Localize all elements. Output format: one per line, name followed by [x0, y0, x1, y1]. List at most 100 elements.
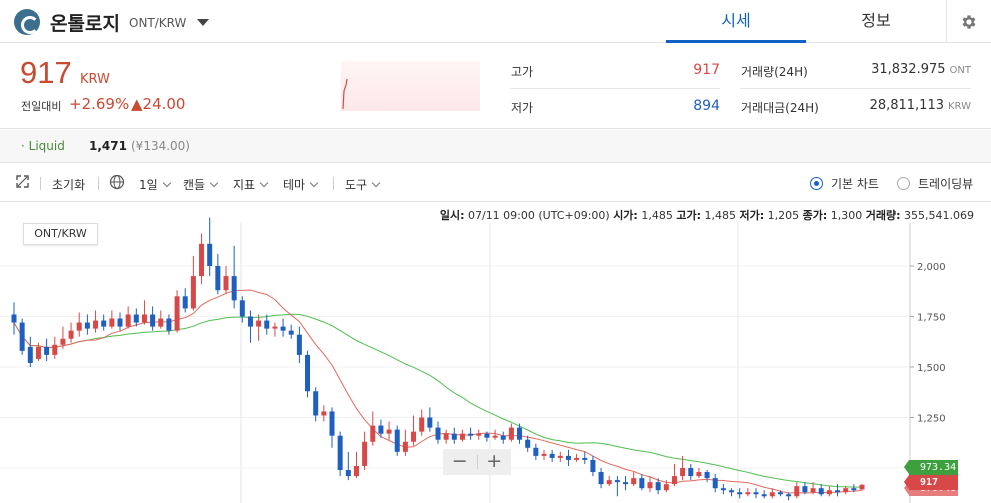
indicator-dropdown[interactable]: 지표 [233, 176, 269, 193]
info-open-value: 1,485 [641, 209, 673, 222]
gear-icon [962, 14, 976, 29]
amount-label: 거래대금(24H) [741, 101, 819, 115]
fullscreen-button[interactable] [16, 175, 29, 188]
candle-body [826, 490, 832, 495]
candle-body [247, 316, 253, 327]
candle-body [533, 447, 539, 456]
zoom-controls: − + [443, 449, 511, 475]
candle-body [802, 486, 808, 493]
candle-body [786, 494, 792, 497]
exchange-name[interactable]: · Liquid [21, 139, 65, 153]
chevron-down-icon [162, 178, 171, 188]
coin-name[interactable]: 온톨로지 [50, 9, 120, 36]
radio-selected-icon [810, 177, 823, 190]
zoom-out-button[interactable]: − [443, 449, 477, 475]
candle-body [419, 417, 425, 432]
candle-body [671, 476, 677, 485]
globe-button[interactable] [109, 174, 125, 190]
reset-button[interactable]: 초기화 [52, 176, 85, 193]
globe-icon [109, 174, 125, 190]
ticker-panel: 917 KRW 전일대비 +2.69% ▲24.00 고가 917 저가 894… [0, 43, 991, 129]
settings-button[interactable] [946, 0, 991, 43]
info-close-value: 1,300 [830, 209, 863, 222]
candle-body [125, 314, 131, 327]
candle-body [435, 427, 441, 440]
chevron-down-icon [209, 178, 219, 188]
chevron-down-icon [309, 178, 319, 188]
ma-short-line [13, 289, 863, 494]
high-value: 917 [693, 62, 720, 78]
candle-body [459, 433, 465, 440]
candle-body [166, 318, 172, 331]
candle-body [777, 492, 783, 495]
divider [740, 88, 971, 89]
info-low-label: 저가: [739, 209, 765, 222]
candle-body [606, 480, 612, 485]
candle-body [109, 318, 115, 327]
amount-value: 28,811,113 [869, 98, 944, 113]
candle-body [565, 455, 571, 460]
candle-body [402, 441, 408, 452]
tab-market[interactable]: 시세 [666, 0, 806, 43]
candle-body [394, 429, 400, 452]
candle-body [818, 488, 824, 495]
ma-long-line [13, 313, 862, 488]
candle-body [468, 433, 474, 436]
candle-body [223, 276, 229, 291]
change-label: 전일대비 [21, 100, 62, 113]
candle-body [158, 318, 164, 327]
interval-dropdown[interactable]: 1일 [139, 176, 171, 193]
divider [98, 177, 99, 190]
indicator-label: 지표 [233, 178, 256, 192]
tab-info[interactable]: 정보 [806, 0, 946, 43]
mini-chart-line [342, 78, 348, 110]
candle-body [688, 468, 694, 477]
low-value: 894 [693, 98, 720, 114]
candle-body [345, 470, 351, 477]
candle-body [835, 490, 841, 493]
candle-body [353, 465, 359, 477]
tradingview-radio[interactable]: 트레이딩뷰 [897, 175, 973, 192]
candle-body [215, 266, 221, 291]
candle-body [239, 300, 245, 317]
candle-body [76, 322, 82, 331]
candle-body [859, 484, 865, 490]
candle-body [207, 243, 213, 266]
coin-dropdown-icon[interactable] [197, 19, 209, 26]
candle-label: 캔들 [183, 178, 206, 192]
candle-body [133, 314, 139, 323]
tools-label: 도구 [345, 178, 368, 192]
radio-unselected-icon [897, 177, 910, 190]
candle-body [680, 468, 686, 477]
y-tick-label: 2,000 [917, 262, 946, 273]
chart-pair-label: ONT/KRW [23, 223, 98, 245]
theme-dropdown[interactable]: 테마 [283, 176, 319, 193]
zoom-in-button[interactable]: + [477, 449, 511, 475]
candle-body [280, 326, 286, 331]
tools-dropdown[interactable]: 도구 [345, 176, 381, 193]
candle-body [810, 488, 816, 493]
info-low-value: 1,205 [767, 209, 800, 222]
candle-body [655, 482, 661, 491]
coin-pair[interactable]: ONT/KRW [129, 16, 186, 30]
info-date-label: 일시: [439, 209, 465, 222]
candle-body [574, 457, 580, 460]
amount-unit: KRW [948, 101, 971, 112]
candle-body [101, 320, 107, 327]
candle-body [663, 484, 669, 491]
chart-toolbar: 초기화 1일 캔들 지표 테마 도구 기본 차트 트레이딩뷰 [0, 164, 991, 202]
candle-body [378, 425, 384, 434]
candle-dropdown[interactable]: 캔들 [183, 176, 219, 193]
candle-body [590, 459, 596, 473]
basic-chart-radio[interactable]: 기본 차트 [810, 175, 879, 192]
exchange-price: 1,471 [89, 139, 127, 153]
candle-body [631, 478, 637, 485]
candle-body [737, 492, 743, 495]
candle-body [84, 322, 90, 329]
divider [333, 177, 334, 190]
candle-body [745, 492, 751, 495]
candle-body [623, 482, 629, 485]
price-chart[interactable]: 2,0001,7501,5001,2501,000 일시: 07/11 09:0… [0, 203, 991, 503]
info-date-value: 07/11 09:00 (UTC+09:00) [467, 209, 610, 222]
theme-label: 테마 [283, 178, 306, 192]
